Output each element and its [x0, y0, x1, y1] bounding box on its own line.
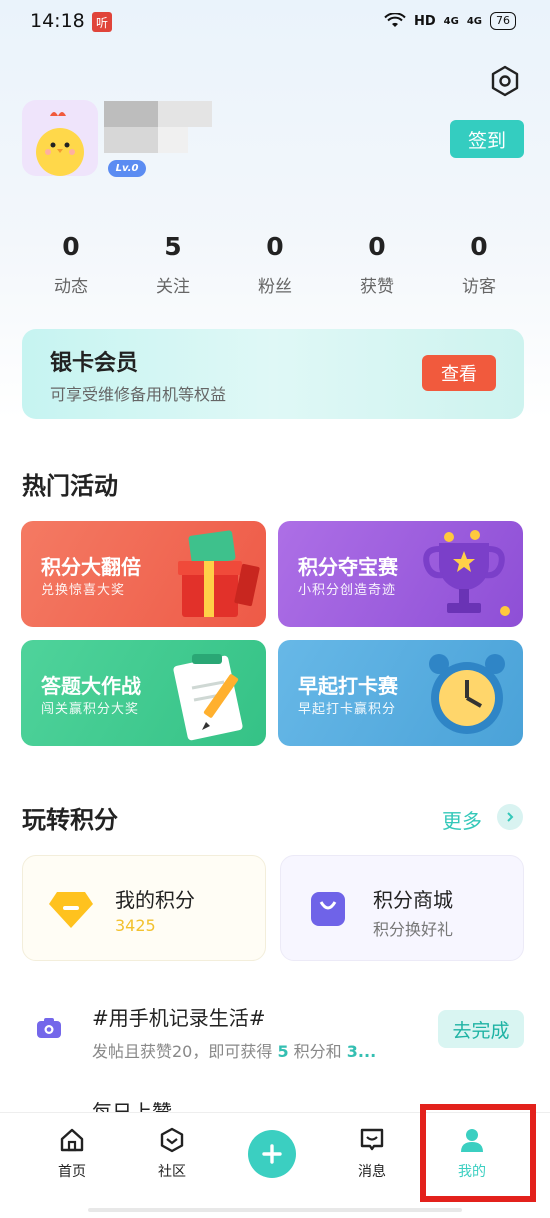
community-icon	[160, 1127, 184, 1153]
task-description: 发帖且获赞20，即可获得 5 积分和 3...	[92, 1038, 376, 1062]
vip-card[interactable]: 银卡会员 可享受维修备用机等权益 查看	[22, 329, 524, 419]
stat-following[interactable]: 5 关注	[122, 232, 224, 297]
profile-stats: 0 动态 5 关注 0 粉丝 0 获赞 0 访客	[20, 232, 530, 297]
stat-label: 访客	[462, 277, 496, 297]
signal-2-label: 4G	[466, 15, 482, 27]
chevron-right-icon[interactable]	[497, 804, 523, 830]
level-badge: Lv.0	[108, 160, 146, 177]
trophy-icon	[423, 530, 510, 616]
notepad-pencil-icon	[173, 654, 243, 741]
stat-label: 关注	[156, 277, 190, 297]
task-desc-extra: 3...	[346, 1042, 377, 1061]
network-hd-label: HD	[413, 13, 436, 29]
my-points-card[interactable]: 我的积分 3425	[22, 855, 266, 961]
activity-subtitle: 闯关赢积分大奖	[41, 702, 140, 717]
task-desc-points: 5	[277, 1042, 289, 1061]
settings-icon[interactable]	[488, 64, 522, 98]
more-link[interactable]: 更多	[442, 805, 482, 834]
highlight-box	[420, 1104, 536, 1202]
stat-label: 动态	[54, 277, 88, 297]
stat-value: 0	[470, 232, 488, 261]
stat-followers[interactable]: 0 粉丝	[224, 232, 326, 297]
home-icon	[60, 1128, 84, 1152]
stat-value: 0	[62, 232, 80, 261]
tab-messages[interactable]: 消息	[332, 1127, 412, 1181]
vip-view-button[interactable]: 查看	[422, 355, 496, 391]
task-desc-part: 积分和	[288, 1042, 347, 1061]
task-desc-part: 发帖且获赞20，即可获得	[92, 1042, 278, 1061]
stat-value: 5	[164, 232, 182, 261]
stat-posts[interactable]: 0 动态	[20, 232, 122, 297]
my-points-value: 3425	[115, 916, 156, 935]
checkin-button[interactable]: 签到	[450, 120, 524, 158]
chick-avatar-icon	[36, 112, 84, 176]
gift-box-icon	[178, 530, 260, 617]
username-blurred	[104, 101, 212, 153]
stat-likes[interactable]: 0 获赞	[326, 232, 428, 297]
my-points-title: 我的积分	[115, 888, 195, 912]
points-section-title: 玩转积分	[22, 806, 118, 834]
stat-visitors[interactable]: 0 访客	[428, 232, 530, 297]
activity-treasure-race[interactable]: 积分夺宝赛 小积分创造奇迹	[278, 521, 523, 627]
wifi-icon	[384, 13, 406, 27]
tab-label: 消息	[358, 1164, 386, 1180]
activity-title: 答题大作战	[41, 674, 141, 698]
listen-app-icon: 听	[92, 12, 112, 32]
status-indicators: HD 4G 4G 76	[384, 12, 516, 30]
activity-points-double[interactable]: 积分大翻倍 兑换惊喜大奖	[21, 521, 266, 627]
plus-icon	[262, 1144, 282, 1164]
stat-value: 0	[266, 232, 284, 261]
signal-1-label: 4G	[443, 15, 459, 27]
status-bar: 14:18 听 HD 4G 4G 76	[0, 0, 550, 44]
battery-icon: 76	[490, 12, 516, 30]
shopping-bag-icon	[311, 892, 345, 926]
diamond-icon	[49, 892, 93, 928]
home-indicator	[88, 1208, 462, 1212]
status-time: 14:18	[30, 10, 85, 32]
points-mall-subtitle: 积分换好礼	[373, 920, 454, 939]
alarm-clock-icon	[429, 654, 505, 734]
activity-title: 早起打卡赛	[298, 674, 398, 698]
camera-icon	[37, 1018, 61, 1038]
task-complete-button[interactable]: 去完成	[438, 1010, 524, 1048]
activity-quiz-battle[interactable]: 答题大作战 闯关赢积分大奖	[21, 640, 266, 746]
tab-label: 社区	[158, 1164, 186, 1180]
activity-subtitle: 小积分创造奇迹	[298, 583, 397, 598]
task-title: #用手机记录生活#	[92, 1006, 266, 1030]
stat-label: 获赞	[360, 277, 394, 297]
activity-early-checkin[interactable]: 早起打卡赛 早起打卡赢积分	[278, 640, 523, 746]
points-mall-title: 积分商城	[373, 888, 453, 912]
stat-label: 粉丝	[258, 277, 292, 297]
vip-title: 银卡会员	[50, 351, 139, 376]
hot-activities-title: 热门活动	[22, 472, 118, 500]
message-icon	[360, 1128, 384, 1151]
tab-label: 首页	[58, 1164, 86, 1180]
activity-title: 积分夺宝赛	[298, 555, 398, 579]
points-mall-card[interactable]: 积分商城 积分换好礼	[280, 855, 524, 961]
tab-community[interactable]: 社区	[132, 1127, 212, 1181]
activity-subtitle: 兑换惊喜大奖	[41, 583, 126, 598]
avatar[interactable]	[22, 100, 98, 176]
activity-title: 积分大翻倍	[41, 555, 141, 579]
vip-subtitle: 可享受维修备用机等权益	[50, 385, 227, 404]
tab-home[interactable]: 首页	[32, 1127, 112, 1181]
stat-value: 0	[368, 232, 386, 261]
activity-subtitle: 早起打卡赢积分	[298, 702, 397, 717]
create-post-button[interactable]	[248, 1130, 296, 1178]
